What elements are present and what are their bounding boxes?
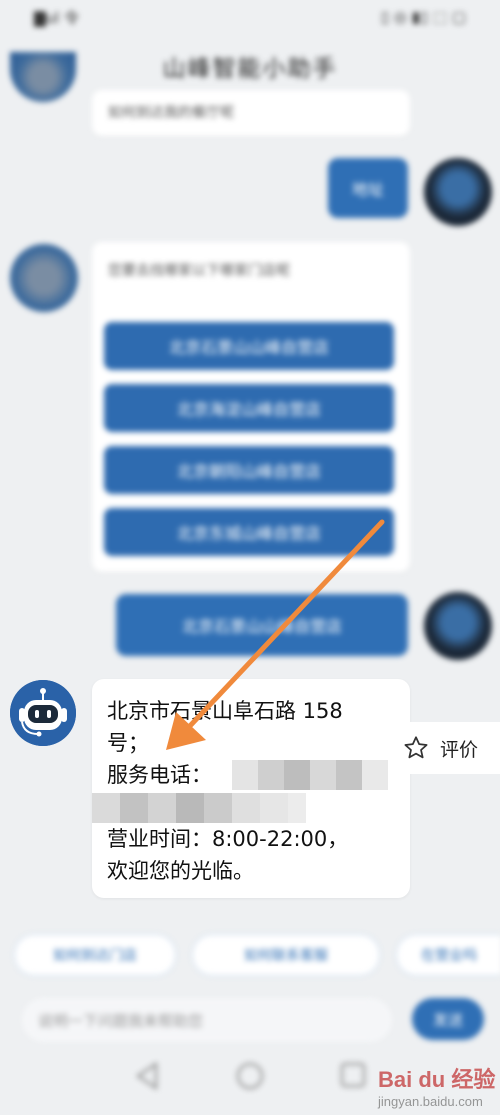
message-input-placeholder: 说明一下问题我来帮助您 xyxy=(38,1011,204,1030)
quick-chip-label: 如何联系客服 xyxy=(244,948,328,964)
quick-chip-label: 在营业吗 xyxy=(421,948,477,964)
message-input[interactable]: 说明一下问题我来帮助您 xyxy=(22,998,392,1042)
send-label: 发送 xyxy=(432,1010,463,1029)
input-row: 说明一下问题我来帮助您 发送 xyxy=(0,990,500,1050)
quick-chip[interactable]: 在营业吗 xyxy=(396,934,500,976)
quick-chip[interactable]: 如何到达门店 xyxy=(14,934,176,976)
send-button[interactable]: 发送 xyxy=(412,998,484,1040)
quick-chip-label: 如何到达门店 xyxy=(53,948,137,964)
watermark-sub: jingyan.baidu.com xyxy=(378,1094,483,1109)
baidu-watermark: Bai du 经验 jingyan.baidu.com xyxy=(378,1062,495,1109)
quick-chip[interactable]: 如何联系客服 xyxy=(192,934,380,976)
watermark-text: Bai du 经验 xyxy=(378,1067,496,1092)
